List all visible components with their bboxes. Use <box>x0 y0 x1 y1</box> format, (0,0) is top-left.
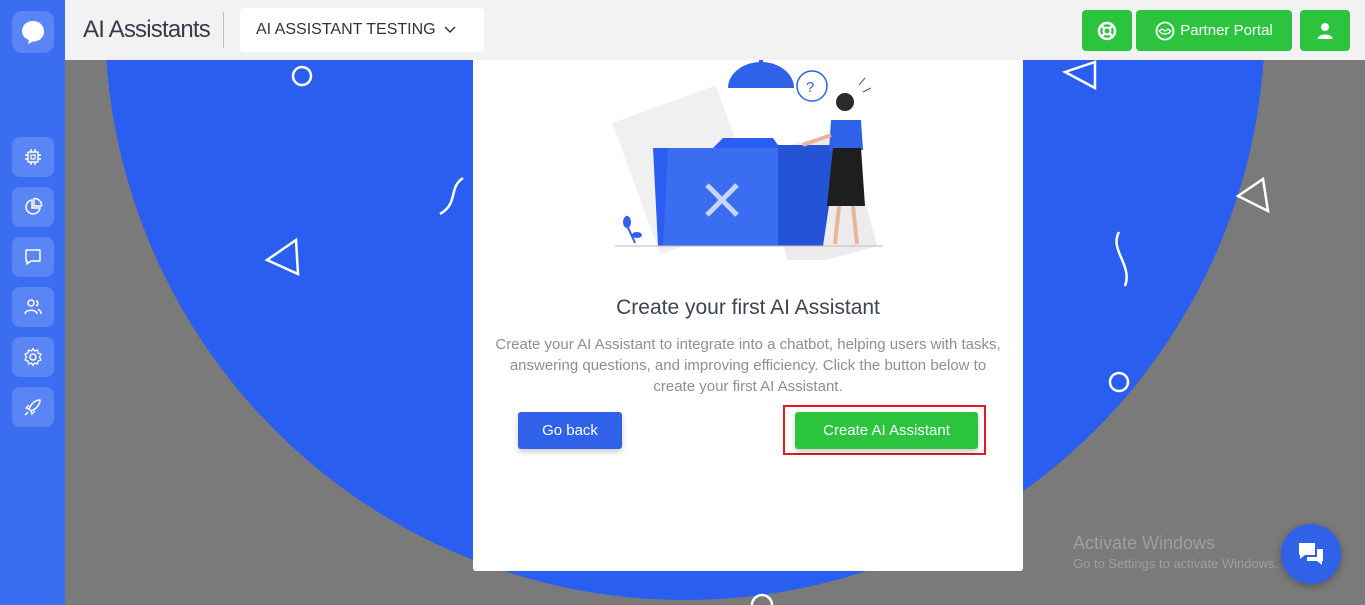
app-logo[interactable] <box>12 11 54 53</box>
partner-portal-button[interactable]: Partner Portal <box>1136 10 1292 51</box>
top-bar: AI Assistants AI ASSISTANT TESTING Partn… <box>65 0 1365 60</box>
profile-button[interactable] <box>1300 10 1350 51</box>
pie-chart-icon <box>25 197 43 215</box>
go-back-button[interactable]: Go back <box>518 412 622 449</box>
sidebar-item-assistants[interactable] <box>12 137 54 177</box>
empty-state-description: Create your AI Assistant to integrate in… <box>495 336 1001 395</box>
chat-bubbles-icon <box>1299 543 1323 565</box>
sidebar-item-launch[interactable] <box>12 387 54 427</box>
create-ai-assistant-button[interactable]: Create AI Assistant <box>795 412 978 449</box>
chevron-down-icon <box>444 26 456 34</box>
empty-state-card: ? Create your first AI Assistant Create … <box>473 60 1023 571</box>
watermark-line-1: Activate Windows <box>1073 533 1216 553</box>
app-title: AI Assistants <box>83 16 211 43</box>
chat-logo-icon <box>22 21 44 44</box>
gear-icon <box>24 347 42 367</box>
windows-activation-watermark: Activate Windows Go to Settings to activ… <box>1073 533 1278 571</box>
chat-icon <box>25 249 41 265</box>
title-divider <box>223 12 224 48</box>
empty-state-title: Create your first AI Assistant <box>616 296 880 319</box>
sidebar-item-analytics[interactable] <box>12 187 54 227</box>
project-name: AI ASSISTANT TESTING <box>256 21 436 38</box>
help-button[interactable] <box>1082 10 1132 51</box>
user-icon <box>1317 22 1333 39</box>
sidebar-item-settings[interactable] <box>12 337 54 377</box>
handshake-icon <box>1155 21 1175 40</box>
sidebar <box>0 0 65 605</box>
watermark-line-2: Go to Settings to activate Windows. <box>1073 556 1279 571</box>
svg-text:?: ? <box>806 79 814 96</box>
empty-folder-illustration: ? <box>612 60 883 260</box>
sidebar-item-users[interactable] <box>12 287 54 327</box>
sidebar-item-conversations[interactable] <box>12 237 54 277</box>
chat-widget-button[interactable] <box>1281 524 1341 584</box>
project-selector[interactable]: AI ASSISTANT TESTING <box>240 8 484 52</box>
rocket-icon <box>24 399 41 416</box>
chip-icon <box>25 149 41 165</box>
partner-portal-label: Partner Portal <box>1180 22 1273 39</box>
lifebuoy-icon <box>1097 21 1117 40</box>
users-icon <box>24 299 42 315</box>
